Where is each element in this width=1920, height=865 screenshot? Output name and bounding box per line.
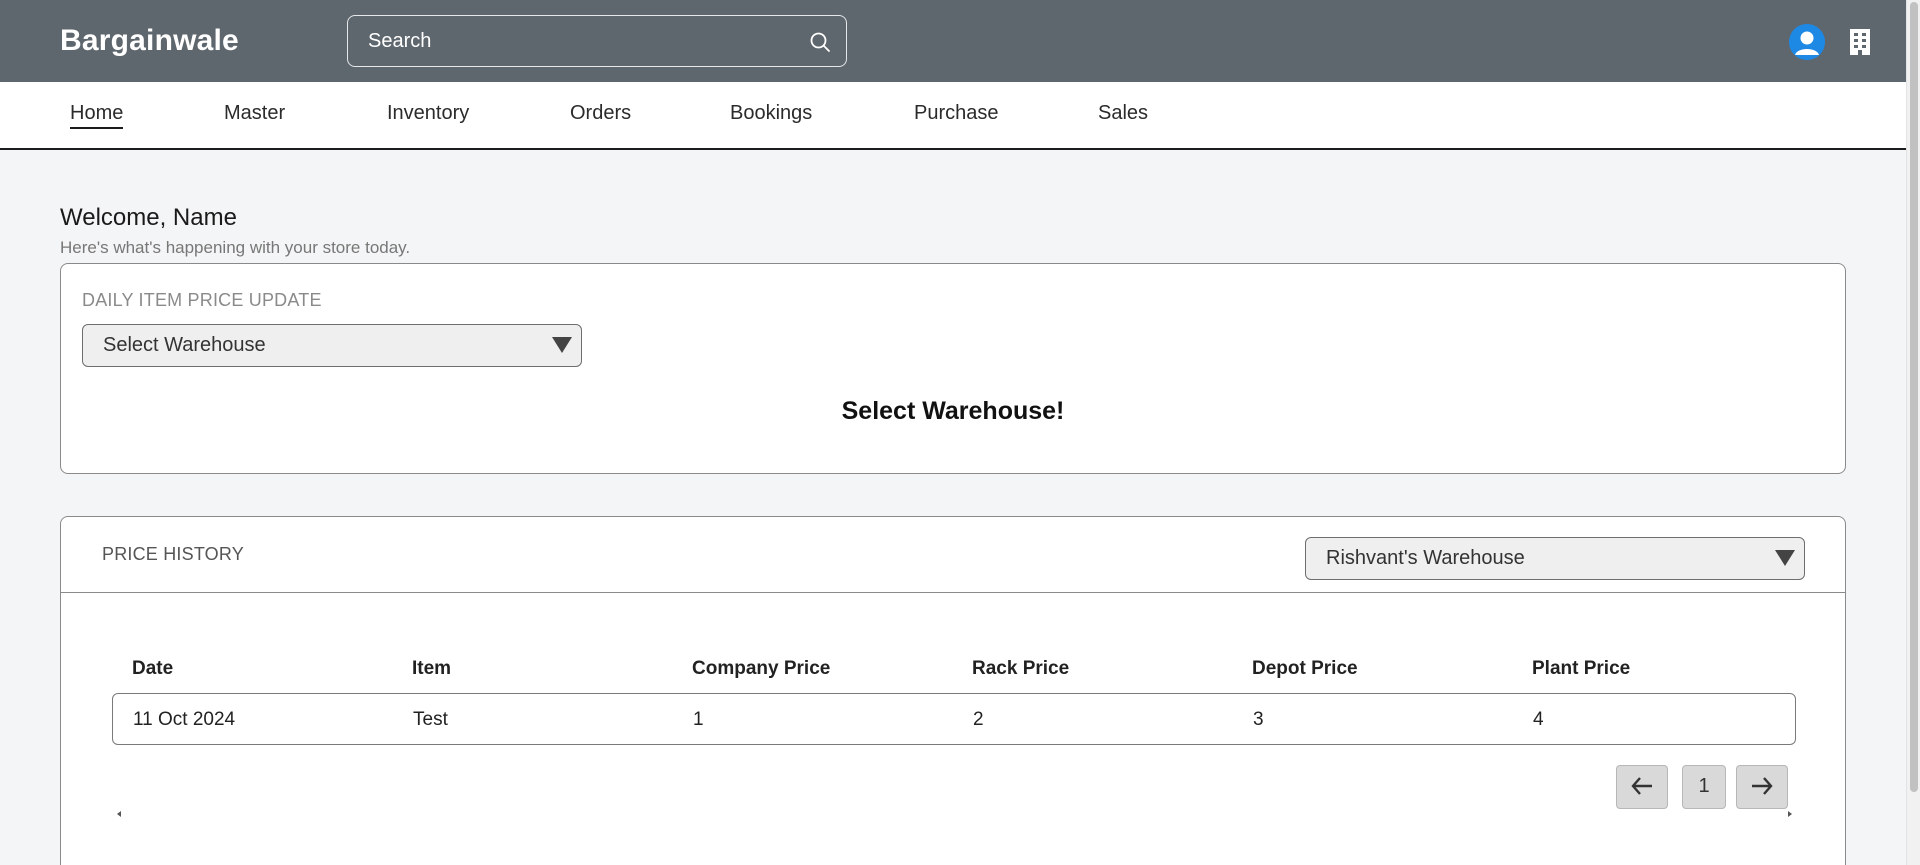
cell-date: 11 Oct 2024 xyxy=(133,709,236,730)
history-warehouse-select[interactable]: Rishvant's Warehouse xyxy=(1305,537,1805,580)
column-header-date: Date xyxy=(132,658,174,679)
dropdown-arrow-icon xyxy=(552,337,572,353)
main-nav: Home Master Inventory Orders Bookings Pu… xyxy=(0,82,1906,150)
price-history-header: PRICE HISTORY Rishvant's Warehouse xyxy=(61,517,1845,593)
cell-depot-price: 3 xyxy=(1253,709,1264,730)
scroll-left-icon[interactable] xyxy=(115,809,123,819)
select-warehouse-message: Select Warehouse! xyxy=(841,397,1065,425)
nav-purchase[interactable]: Purchase xyxy=(914,102,999,125)
brand-logo[interactable]: Bargainwale xyxy=(60,24,239,58)
page-number-button[interactable]: 1 xyxy=(1682,765,1726,809)
price-history-card: PRICE HISTORY Rishvant's Warehouse Date … xyxy=(60,516,1846,865)
nav-sales[interactable]: Sales xyxy=(1098,102,1148,125)
welcome-title: Welcome, Name xyxy=(60,204,237,231)
arrow-left-icon xyxy=(1631,777,1652,795)
history-warehouse-value: Rishvant's Warehouse xyxy=(1326,547,1525,569)
table-row[interactable]: 11 Oct 2024 Test 1 2 3 4 xyxy=(112,693,1796,745)
column-header-item: Item xyxy=(412,658,452,679)
page-scrollbar[interactable] xyxy=(1906,0,1920,865)
column-header-rack-price: Rack Price xyxy=(972,658,1070,679)
welcome-subtitle: Here's what's happening with your store … xyxy=(60,238,411,257)
daily-price-update-card: DAILY ITEM PRICE UPDATE Select Warehouse… xyxy=(60,263,1846,474)
nav-orders[interactable]: Orders xyxy=(570,102,631,125)
building-icon[interactable] xyxy=(1846,27,1874,57)
warehouse-select-value: Select Warehouse xyxy=(103,334,266,356)
dropdown-arrow-icon xyxy=(1775,550,1795,566)
search-input[interactable]: Search xyxy=(368,30,431,53)
column-header-company-price: Company Price xyxy=(692,658,831,679)
scroll-right-icon[interactable] xyxy=(1786,809,1794,819)
cell-plant-price: 4 xyxy=(1533,709,1544,730)
cell-item: Test xyxy=(413,709,448,730)
cell-rack-price: 2 xyxy=(973,709,984,730)
cell-company-price: 1 xyxy=(693,709,704,730)
prev-page-button[interactable] xyxy=(1616,765,1668,809)
nav-home[interactable]: Home xyxy=(70,102,124,129)
column-header-depot-price: Depot Price xyxy=(1252,658,1358,679)
price-history-heading: PRICE HISTORY xyxy=(102,544,244,564)
nav-master[interactable]: Master xyxy=(224,102,285,125)
nav-bookings[interactable]: Bookings xyxy=(730,102,812,125)
column-header-plant-price: Plant Price xyxy=(1532,658,1631,679)
nav-inventory[interactable]: Inventory xyxy=(387,102,469,125)
warehouse-select[interactable]: Select Warehouse xyxy=(82,324,582,367)
top-header: Bargainwale Search xyxy=(0,0,1906,82)
scrollbar-thumb[interactable] xyxy=(1910,2,1918,792)
search-box[interactable]: Search xyxy=(347,15,847,67)
next-page-button[interactable] xyxy=(1736,765,1788,809)
search-icon[interactable] xyxy=(808,30,832,54)
arrow-right-icon xyxy=(1752,777,1773,795)
user-avatar[interactable] xyxy=(1789,24,1825,60)
daily-update-heading: DAILY ITEM PRICE UPDATE xyxy=(82,290,322,310)
